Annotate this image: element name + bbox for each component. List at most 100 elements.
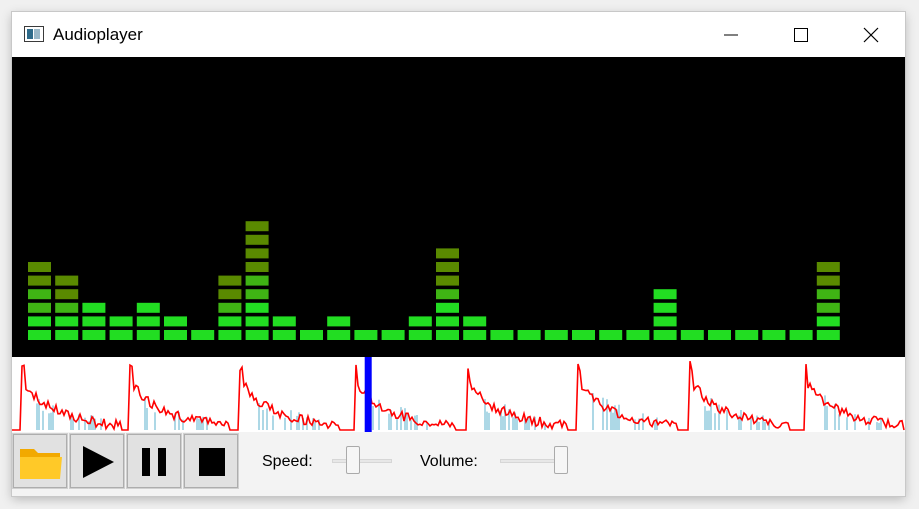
- spectrum-bar: [653, 289, 677, 340]
- audioplayer-window: Audioplayer Speed: Volume:: [12, 12, 905, 496]
- spectrum-segment: [408, 316, 432, 327]
- spectrum-segment: [653, 316, 677, 327]
- spectrum-segment: [408, 330, 432, 340]
- spectrum-segment: [789, 330, 813, 340]
- spectrum-segment: [463, 330, 487, 340]
- spectrum-segment: [436, 289, 459, 300]
- spectrum-bar: [517, 330, 541, 340]
- spectrum-bar: [136, 302, 160, 340]
- spectrum-segment: [816, 289, 840, 300]
- spectrum-bar: [55, 275, 79, 340]
- spectrum-bar: [735, 330, 759, 340]
- stop-button[interactable]: [183, 433, 239, 489]
- spectrum-segment: [218, 316, 242, 327]
- spectrum-segment: [816, 275, 840, 286]
- spectrum-segment: [218, 330, 242, 340]
- waveform-canvas[interactable]: [12, 357, 905, 432]
- spectrum-segment: [245, 275, 269, 286]
- spectrum-bar: [28, 262, 51, 340]
- spectrum-bar: [490, 330, 514, 340]
- spectrum-segment: [436, 262, 459, 272]
- spectrum-segment: [272, 316, 296, 327]
- spectrum-segment: [218, 302, 242, 313]
- spectrum-segment: [136, 302, 160, 313]
- speed-slider-track[interactable]: [332, 459, 392, 463]
- spectrum-segment: [28, 275, 51, 286]
- maximize-button[interactable]: [766, 12, 836, 57]
- play-button[interactable]: [69, 433, 125, 489]
- spectrum-segment: [272, 330, 296, 340]
- folder-icon: [20, 449, 62, 479]
- spectrum-bar: [626, 330, 650, 340]
- spectrum-segment: [436, 275, 459, 286]
- close-button[interactable]: [836, 12, 905, 57]
- spectrum-segment: [55, 330, 79, 340]
- spectrum-segment: [300, 330, 323, 340]
- spectrum-segment: [245, 234, 269, 245]
- speed-slider-thumb[interactable]: [345, 446, 360, 474]
- spectrum-segment: [109, 330, 133, 340]
- spectrum-bar: [572, 330, 595, 340]
- spectrum-segment: [517, 330, 541, 340]
- spectrum-canvas: [28, 221, 840, 340]
- spectrum-segment: [245, 330, 269, 340]
- spectrum-segment: [218, 275, 242, 286]
- spectrum-bar: [816, 262, 840, 340]
- spectrum-segment: [82, 330, 106, 340]
- spectrum-bar: [789, 330, 813, 340]
- spectrum-segment: [626, 330, 650, 340]
- spectrum-bar: [599, 330, 623, 340]
- spectrum-segment: [55, 302, 79, 313]
- spectrum-segment: [245, 221, 269, 232]
- pause-button[interactable]: [126, 433, 182, 489]
- audio-app-icon: [24, 26, 44, 42]
- maximize-icon: [794, 28, 808, 42]
- spectrum-segment: [28, 289, 51, 300]
- spectrum-bar: [164, 316, 187, 340]
- spectrum-segment: [109, 316, 133, 327]
- spectrum-segment: [245, 289, 269, 300]
- spectrum-segment: [490, 330, 514, 340]
- spectrum-segment: [28, 330, 51, 340]
- spectrum-segment: [136, 316, 160, 327]
- volume-slider[interactable]: [500, 446, 568, 476]
- spectrum-segment: [735, 330, 759, 340]
- spectrum-segment: [327, 316, 351, 327]
- minimize-button[interactable]: [696, 12, 766, 57]
- spectrum-segment: [816, 302, 840, 313]
- spectrum-bar: [327, 316, 351, 340]
- spectrum-segment: [327, 330, 351, 340]
- title-bar[interactable]: Audioplayer: [12, 12, 905, 57]
- minimize-icon: [724, 34, 738, 36]
- spectrum-segment: [680, 330, 704, 340]
- spectrum-bar: [381, 330, 405, 340]
- waveform-seekbar[interactable]: [12, 357, 905, 432]
- spectrum-segment: [436, 248, 459, 259]
- spectrum-segment: [245, 302, 269, 313]
- spectrum-segment: [28, 316, 51, 327]
- spectrum-segment: [653, 289, 677, 300]
- spectrum-bar: [762, 330, 786, 340]
- spectrum-bar: [463, 316, 487, 340]
- spectrum-segment: [55, 275, 79, 286]
- spectrum-bar: [354, 330, 378, 340]
- volume-slider-thumb[interactable]: [554, 446, 568, 474]
- open-file-button[interactable]: [12, 433, 68, 489]
- spectrum-segment: [164, 316, 187, 327]
- spectrum-bar: [218, 275, 242, 340]
- speed-slider[interactable]: [332, 446, 392, 476]
- playhead-marker[interactable]: [364, 357, 372, 432]
- close-icon: [863, 27, 879, 43]
- spectrum-bar: [191, 330, 215, 340]
- spectrum-segment: [245, 316, 269, 327]
- spectrum-segment: [463, 316, 487, 327]
- spectrum-segment: [436, 302, 459, 313]
- spectrum-bar: [708, 330, 731, 340]
- spectrum-bar: [245, 221, 269, 340]
- spectrum-segment: [436, 316, 459, 327]
- spectrum-bar: [82, 302, 106, 340]
- spectrum-segment: [708, 330, 731, 340]
- spectrum-segment: [82, 316, 106, 327]
- spectrum-visualizer: [12, 57, 905, 357]
- spectrum-segment: [164, 330, 187, 340]
